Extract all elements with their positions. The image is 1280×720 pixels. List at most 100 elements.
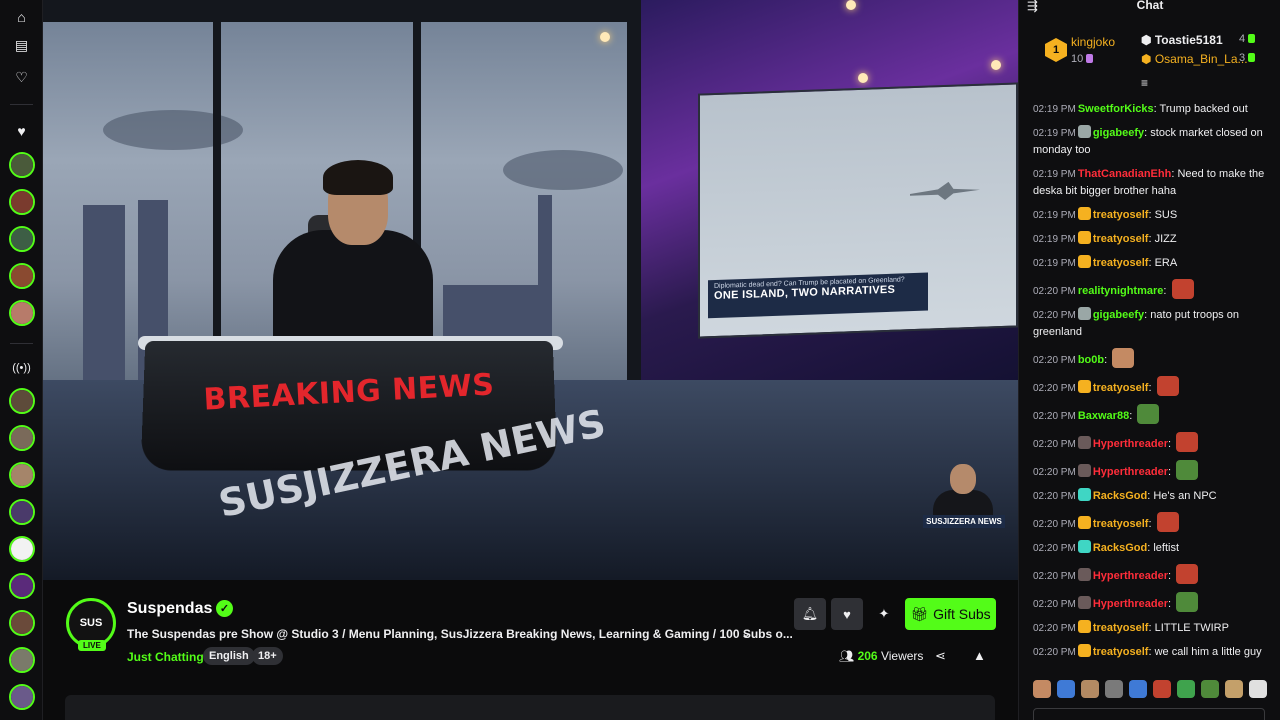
message-username[interactable]: treatyoself xyxy=(1093,257,1149,269)
rail-divider xyxy=(10,104,33,105)
message-username[interactable]: treatyoself xyxy=(1093,382,1149,394)
message-username[interactable]: treatyoself xyxy=(1093,518,1149,530)
anchor-body xyxy=(273,230,433,350)
followed-channel-avatar[interactable] xyxy=(9,189,35,215)
chat-message: 02:19 PM gigabeefy: stock market closed o… xyxy=(1033,125,1273,159)
message-timestamp: 02:20 PM xyxy=(1033,519,1076,530)
message-timestamp: 02:19 PM xyxy=(1033,210,1076,221)
emote-shortcut-icon[interactable] xyxy=(1081,680,1099,698)
chat-message: 02:20 PM Baxwar88: xyxy=(1033,404,1273,425)
recommended-channel-avatar[interactable] xyxy=(9,647,35,673)
stream-title: The Suspendas pre Show @ Studio 3 / Menu… xyxy=(127,627,793,641)
message-username[interactable]: RacksGod xyxy=(1093,542,1147,554)
message-username[interactable]: Hyperthreader xyxy=(1093,598,1168,610)
emote-shortcut-icon[interactable] xyxy=(1153,680,1171,698)
studio-light xyxy=(846,0,856,10)
message-timestamp: 02:19 PM xyxy=(1033,169,1076,180)
message-timestamp: 02:20 PM xyxy=(1033,383,1076,394)
message-timestamp: 02:19 PM xyxy=(1033,128,1076,139)
message-username[interactable]: RacksGod xyxy=(1093,490,1147,502)
message-username[interactable]: treatyoself xyxy=(1093,622,1149,634)
chat-message: 02:20 PM treatyoself: LITTLE TWIRP xyxy=(1033,620,1273,637)
emote-shortcut-icon[interactable] xyxy=(1105,680,1123,698)
recommended-channel-avatar[interactable] xyxy=(9,684,35,710)
chat-message: 02:20 PM RacksGod: He's an NPC xyxy=(1033,488,1273,505)
tag-language[interactable]: English xyxy=(203,647,255,665)
message-timestamp: 02:20 PM xyxy=(1033,491,1076,502)
message-username[interactable]: treatyoself xyxy=(1093,233,1149,245)
emote-shortcut-icon[interactable] xyxy=(1249,680,1267,698)
message-timestamp: 02:20 PM xyxy=(1033,310,1076,321)
chat-message: 02:20 PM Hyperthreader: xyxy=(1033,460,1273,481)
recommended-channel-avatar[interactable] xyxy=(9,425,35,451)
chat-input[interactable] xyxy=(1033,708,1265,720)
user-badge-icon xyxy=(1077,488,1091,501)
browse-icon[interactable]: ▤ xyxy=(8,32,35,59)
gift-subs-button[interactable]: 🎁︎ Gift Subs xyxy=(905,598,996,630)
following-icon[interactable]: ♡ xyxy=(8,64,35,91)
report-icon[interactable]: ▲ xyxy=(973,648,986,663)
followed-channel-avatar[interactable] xyxy=(9,300,35,326)
category-link[interactable]: Just Chatting xyxy=(127,650,204,664)
recommended-channel-avatar[interactable] xyxy=(9,536,35,562)
leader-third-name[interactable]: ⬢ Osama_Bin_La... xyxy=(1141,52,1248,66)
followed-channel-avatar[interactable] xyxy=(9,263,35,289)
about-panel xyxy=(65,695,995,720)
message-username[interactable]: SweetforKicks xyxy=(1078,103,1154,115)
monitor-lower-third: Diplomatic dead end? Can Trump be placat… xyxy=(708,272,928,319)
emote-shortcut-icon[interactable] xyxy=(1033,680,1051,698)
message-username[interactable]: gigabeefy xyxy=(1093,309,1144,321)
video-player[interactable]: Diplomatic dead end? Can Trump be placat… xyxy=(43,0,1018,580)
recommended-channel-avatar[interactable] xyxy=(9,462,35,488)
emote-bar xyxy=(1033,680,1280,702)
message-username[interactable]: treatyoself xyxy=(1093,646,1149,658)
emote-shortcut-icon[interactable] xyxy=(1129,680,1147,698)
follow-button[interactable]: ♥ xyxy=(831,598,863,630)
anchor-hair xyxy=(323,160,393,195)
tag-age[interactable]: 18+ xyxy=(252,647,283,665)
message-text: LITTLE TWIRP xyxy=(1154,622,1229,634)
message-text: He's an NPC xyxy=(1153,490,1217,502)
heart-icon[interactable]: ♥ xyxy=(8,117,35,144)
leader-first-name[interactable]: kingjoko xyxy=(1071,35,1115,49)
message-username[interactable]: Hyperthreader xyxy=(1093,466,1168,478)
user-badge-icon xyxy=(1077,231,1091,244)
emote-shortcut-icon[interactable] xyxy=(1177,680,1195,698)
clip-button[interactable]: ✦ xyxy=(868,598,900,630)
message-username[interactable]: gigabeefy xyxy=(1093,127,1144,139)
message-username[interactable]: Hyperthreader xyxy=(1093,570,1168,582)
chat-message: 02:20 PM treatyoself: xyxy=(1033,512,1273,533)
leader-second-name[interactable]: ⬢ Toastie5181 xyxy=(1141,33,1223,47)
emote-shortcut-icon[interactable] xyxy=(1201,680,1219,698)
chevron-down-icon[interactable]: ⌄ xyxy=(741,626,751,640)
message-username[interactable]: realitynightmare xyxy=(1078,285,1164,297)
bell-icon: 🔔︎ xyxy=(801,606,819,621)
recommended-channel-avatar[interactable] xyxy=(9,499,35,525)
followed-channel-avatar[interactable] xyxy=(9,152,35,178)
jet-icon xyxy=(910,181,980,201)
emote-shortcut-icon[interactable] xyxy=(1225,680,1243,698)
emote-shortcut-icon[interactable] xyxy=(1057,680,1075,698)
home-icon[interactable]: ⌂ xyxy=(8,3,35,30)
sub-icon xyxy=(1248,34,1256,43)
message-username[interactable]: treatyoself xyxy=(1093,209,1149,221)
live-icon[interactable]: ((•)) xyxy=(8,354,35,381)
message-username[interactable]: Hyperthreader xyxy=(1093,438,1168,450)
message-username[interactable]: ThatCanadianEhh xyxy=(1078,168,1172,180)
message-timestamp: 02:20 PM xyxy=(1033,355,1076,366)
message-username[interactable]: Baxwar88 xyxy=(1078,410,1129,422)
studio-frame xyxy=(627,0,641,400)
filter-icon[interactable]: ≡ xyxy=(1141,76,1148,90)
followed-channel-avatar[interactable] xyxy=(9,226,35,252)
recommended-channel-avatar[interactable] xyxy=(9,573,35,599)
message-text: leftist xyxy=(1153,542,1180,554)
recommended-channel-avatar[interactable] xyxy=(9,610,35,636)
message-timestamp: 02:19 PM xyxy=(1033,258,1076,269)
notification-bell-button[interactable]: 🔔︎ xyxy=(794,598,826,630)
channel-name[interactable]: Suspendas xyxy=(127,600,212,618)
share-icon[interactable]: ⋖ xyxy=(935,648,946,664)
user-badge-icon xyxy=(1077,380,1091,393)
chat-message: 02:20 PM Hyperthreader: xyxy=(1033,432,1273,453)
message-username[interactable]: bo0b xyxy=(1078,354,1104,366)
recommended-channel-avatar[interactable] xyxy=(9,388,35,414)
